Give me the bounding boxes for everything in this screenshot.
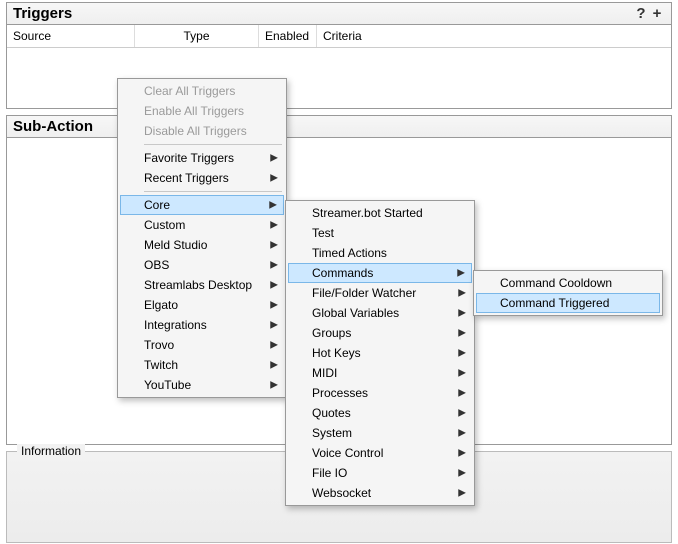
menu-streamerbot-started[interactable]: Streamer.bot Started — [288, 203, 472, 223]
menu-elgato[interactable]: Elgato▶ — [120, 295, 284, 315]
menu-enable-all: Enable All Triggers — [120, 101, 284, 121]
information-title: Information — [17, 444, 85, 458]
chevron-right-icon: ▶ — [458, 428, 466, 439]
chevron-right-icon: ▶ — [458, 488, 466, 499]
chevron-right-icon: ▶ — [458, 388, 466, 399]
menu-quotes[interactable]: Quotes▶ — [288, 403, 472, 423]
menu-fileio[interactable]: File IO▶ — [288, 463, 472, 483]
chevron-right-icon: ▶ — [270, 220, 278, 231]
triggers-columns: Source Type Enabled Criteria — [7, 25, 671, 48]
menu-twitch[interactable]: Twitch▶ — [120, 355, 284, 375]
chevron-right-icon: ▶ — [458, 368, 466, 379]
subactions-title: Sub-Action — [7, 116, 671, 138]
add-trigger-icon[interactable]: + — [649, 5, 665, 22]
column-source[interactable]: Source — [7, 25, 135, 47]
chevron-right-icon: ▶ — [270, 153, 278, 164]
menu-timed-actions[interactable]: Timed Actions — [288, 243, 472, 263]
chevron-right-icon: ▶ — [458, 348, 466, 359]
column-enabled[interactable]: Enabled — [259, 25, 317, 47]
column-criteria[interactable]: Criteria — [317, 25, 671, 47]
chevron-right-icon: ▶ — [270, 240, 278, 251]
help-icon[interactable]: ? — [633, 5, 649, 22]
menu-clear-all: Clear All Triggers — [120, 81, 284, 101]
context-menu-triggers: Clear All Triggers Enable All Triggers D… — [117, 78, 287, 398]
menu-separator — [144, 144, 282, 145]
chevron-right-icon: ▶ — [458, 328, 466, 339]
menu-filefolder[interactable]: File/Folder Watcher▶ — [288, 283, 472, 303]
menu-command-triggered[interactable]: Command Triggered — [476, 293, 660, 313]
menu-obs[interactable]: OBS▶ — [120, 255, 284, 275]
menu-processes[interactable]: Processes▶ — [288, 383, 472, 403]
menu-globals[interactable]: Global Variables▶ — [288, 303, 472, 323]
chevron-right-icon: ▶ — [458, 288, 466, 299]
chevron-right-icon: ▶ — [270, 173, 278, 184]
menu-groups[interactable]: Groups▶ — [288, 323, 472, 343]
menu-voice[interactable]: Voice Control▶ — [288, 443, 472, 463]
chevron-right-icon: ▶ — [270, 300, 278, 311]
menu-disable-all: Disable All Triggers — [120, 121, 284, 141]
menu-midi[interactable]: MIDI▶ — [288, 363, 472, 383]
menu-custom[interactable]: Custom▶ — [120, 215, 284, 235]
menu-integrations[interactable]: Integrations▶ — [120, 315, 284, 335]
column-type[interactable]: Type — [135, 25, 259, 47]
menu-recent[interactable]: Recent Triggers▶ — [120, 168, 284, 188]
menu-favorite[interactable]: Favorite Triggers▶ — [120, 148, 284, 168]
menu-core[interactable]: Core▶ — [120, 195, 284, 215]
chevron-right-icon: ▶ — [458, 468, 466, 479]
triggers-body[interactable] — [7, 48, 671, 108]
menu-system[interactable]: System▶ — [288, 423, 472, 443]
chevron-right-icon: ▶ — [270, 280, 278, 291]
menu-commands[interactable]: Commands▶ — [288, 263, 472, 283]
chevron-right-icon: ▶ — [270, 360, 278, 371]
chevron-right-icon: ▶ — [270, 320, 278, 331]
chevron-right-icon: ▶ — [270, 260, 278, 271]
menu-hotkeys[interactable]: Hot Keys▶ — [288, 343, 472, 363]
menu-trovo[interactable]: Trovo▶ — [120, 335, 284, 355]
menu-test[interactable]: Test — [288, 223, 472, 243]
chevron-right-icon: ▶ — [270, 380, 278, 391]
menu-separator — [144, 191, 282, 192]
menu-meld[interactable]: Meld Studio▶ — [120, 235, 284, 255]
context-menu-commands: Command Cooldown Command Triggered — [473, 270, 663, 316]
menu-youtube[interactable]: YouTube▶ — [120, 375, 284, 395]
chevron-right-icon: ▶ — [270, 340, 278, 351]
menu-websocket[interactable]: Websocket▶ — [288, 483, 472, 503]
chevron-right-icon: ▶ — [458, 308, 466, 319]
chevron-right-icon: ▶ — [458, 448, 466, 459]
menu-command-cooldown[interactable]: Command Cooldown — [476, 273, 660, 293]
triggers-panel: Triggers ? + Source Type Enabled Criteri… — [6, 2, 672, 109]
chevron-right-icon: ▶ — [457, 268, 465, 279]
triggers-header: Triggers ? + — [7, 3, 671, 25]
chevron-right-icon: ▶ — [458, 408, 466, 419]
context-menu-core: Streamer.bot Started Test Timed Actions … — [285, 200, 475, 506]
menu-streamlabs[interactable]: Streamlabs Desktop▶ — [120, 275, 284, 295]
chevron-right-icon: ▶ — [269, 200, 277, 211]
triggers-title: Triggers — [13, 5, 72, 22]
